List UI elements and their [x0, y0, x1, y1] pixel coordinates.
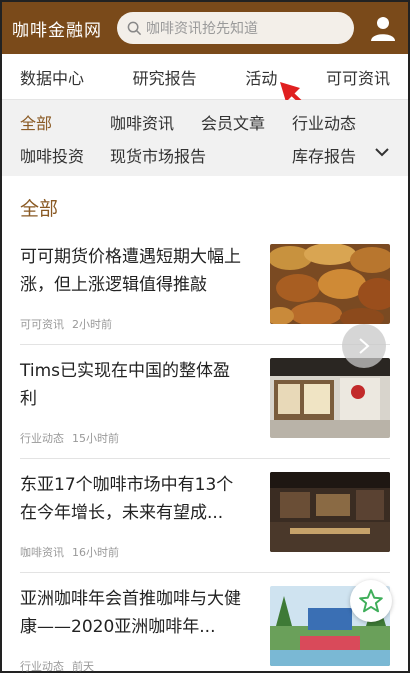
article-time: 16小时前 [72, 546, 119, 559]
cafe-interior-image[interactable] [270, 472, 390, 552]
category-all[interactable]: 全部 [20, 110, 52, 134]
article-time: 前天 [72, 660, 94, 673]
article-item[interactable]: 亚洲咖啡年会首推咖啡与大健康——2020亚洲咖啡年... 行业动态 前天 [20, 573, 390, 673]
next-arrow-button[interactable] [342, 324, 386, 368]
article-category: 咖啡资讯 [20, 546, 64, 559]
article-item[interactable]: 可可期货价格遭遇短期大幅上涨，但上涨逻辑值得推敲 可可资讯 2小时前 [20, 231, 390, 345]
category-industry-news[interactable]: 行业动态 [292, 110, 356, 134]
article-item[interactable]: Tims已实现在中国的整体盈利 行业动态 15小时前 [20, 345, 390, 459]
star-icon [359, 589, 383, 613]
section-title: 全部 [20, 198, 59, 220]
tims-store-image[interactable] [270, 358, 390, 438]
favorite-button[interactable] [350, 580, 392, 622]
category-bar: 全部 咖啡资讯 会员文章 行业动态 咖啡投资 现货市场报告 库存报告 [2, 100, 408, 176]
cocoa-pods-image[interactable] [270, 244, 390, 324]
article-item[interactable]: 东亚17个咖啡市场中有13个在今年增长，未来有望成... 咖啡资讯 16小时前 [20, 459, 390, 573]
search-icon [127, 21, 142, 35]
article-title[interactable]: 可可期货价格遭遇短期大幅上涨，但上涨逻辑值得推敲 [20, 243, 246, 299]
article-time: 15小时前 [72, 432, 119, 445]
nav-data-center[interactable]: 数据中心 [20, 65, 84, 89]
article-category: 行业动态 [20, 432, 64, 445]
user-icon[interactable] [368, 13, 398, 43]
category-spot-market-report[interactable]: 现货市场报告 [110, 143, 206, 167]
search-input[interactable]: 咖啡资讯抢先知道 [117, 12, 354, 44]
category-inventory-report[interactable]: 库存报告 [292, 143, 356, 167]
search-placeholder: 咖啡资讯抢先知道 [146, 21, 258, 37]
category-coffee-news[interactable]: 咖啡资讯 [110, 110, 174, 134]
article-title[interactable]: 亚洲咖啡年会首推咖啡与大健康——2020亚洲咖啡年... [20, 585, 246, 641]
article-time: 2小时前 [72, 318, 112, 331]
article-title[interactable]: 东亚17个咖啡市场中有13个在今年增长，未来有望成... [20, 471, 246, 527]
nav-research-reports[interactable]: 研究报告 [133, 65, 197, 89]
category-member-articles[interactable]: 会员文章 [201, 110, 265, 134]
nav-cocoa-news[interactable]: 可可资讯 [326, 65, 390, 89]
app-header: 咖啡金融网 咖啡资讯抢先知道 [2, 2, 408, 54]
nav-events[interactable]: 活动 [245, 65, 277, 89]
article-category: 可可资讯 [20, 318, 64, 331]
brand-logo[interactable]: 咖啡金融网 [12, 16, 117, 41]
article-title[interactable]: Tims已实现在中国的整体盈利 [20, 357, 246, 413]
category-coffee-investment[interactable]: 咖啡投资 [20, 143, 84, 167]
chevron-right-icon [359, 338, 370, 354]
top-nav: 数据中心 研究报告 活动 可可资讯 [2, 54, 408, 126]
chevron-down-icon[interactable] [374, 146, 390, 158]
article-category: 行业动态 [20, 660, 64, 673]
article-list: 可可期货价格遭遇短期大幅上涨，但上涨逻辑值得推敲 可可资讯 2小时前 Tims已实… [2, 231, 408, 673]
